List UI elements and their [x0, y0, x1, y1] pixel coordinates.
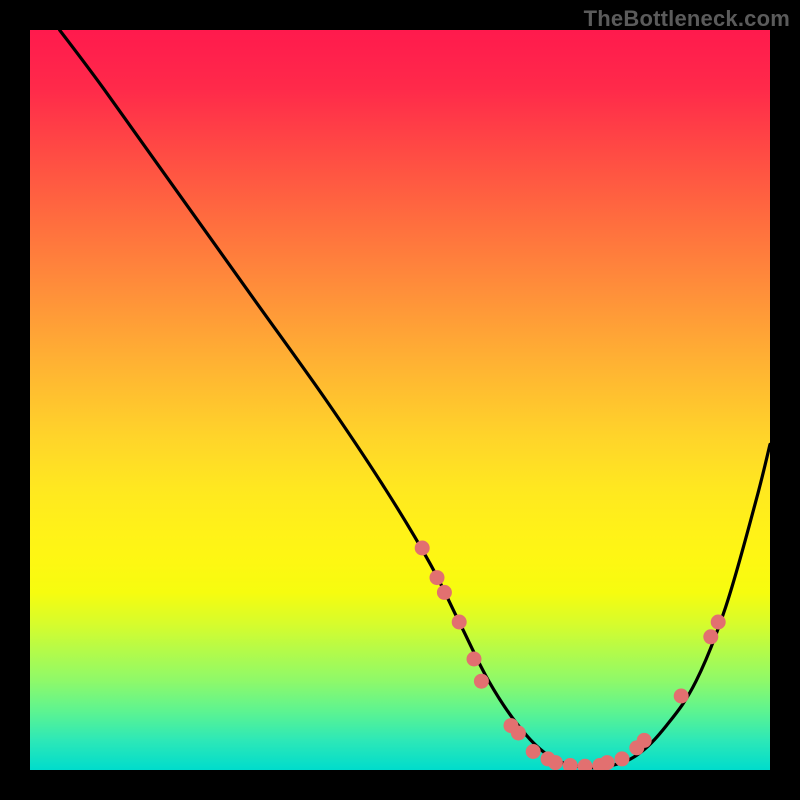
data-marker	[674, 689, 689, 704]
data-marker	[548, 755, 563, 770]
data-marker	[703, 629, 718, 644]
data-marker	[474, 674, 489, 689]
data-marker	[511, 726, 526, 741]
data-marker	[578, 759, 593, 770]
plot-area	[30, 30, 770, 770]
data-marker	[615, 751, 630, 766]
data-marker	[563, 758, 578, 770]
chart-svg	[30, 30, 770, 770]
data-marker	[437, 585, 452, 600]
data-marker	[526, 744, 541, 759]
data-markers	[415, 541, 726, 771]
data-marker	[467, 652, 482, 667]
bottleneck-curve	[60, 30, 770, 768]
data-marker	[415, 541, 430, 556]
watermark-text: TheBottleneck.com	[584, 6, 790, 32]
chart-container: TheBottleneck.com	[0, 0, 800, 800]
data-marker	[711, 615, 726, 630]
data-marker	[637, 733, 652, 748]
data-marker	[600, 755, 615, 770]
data-marker	[452, 615, 467, 630]
data-marker	[430, 570, 445, 585]
